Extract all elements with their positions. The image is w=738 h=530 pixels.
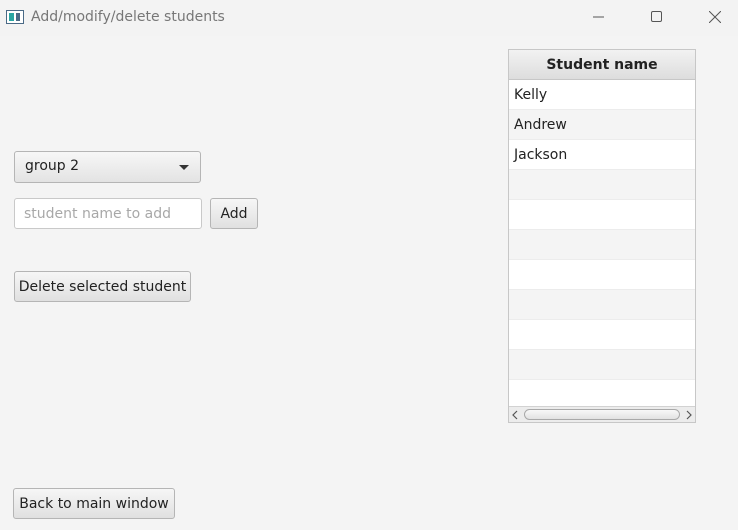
dropdown-arrow-icon: [179, 165, 189, 170]
table-row[interactable]: Kelly: [509, 80, 695, 110]
student-name-input[interactable]: [14, 198, 202, 229]
students-table[interactable]: Student name Kelly Andrew Jackson: [508, 49, 696, 423]
table-row[interactable]: [509, 170, 695, 200]
table-row[interactable]: [509, 290, 695, 320]
maximize-button[interactable]: [634, 0, 680, 34]
table-row[interactable]: Andrew: [509, 110, 695, 140]
back-to-main-button[interactable]: Back to main window: [13, 488, 175, 519]
table-row[interactable]: [509, 230, 695, 260]
close-button[interactable]: [692, 0, 738, 34]
table-row[interactable]: [509, 260, 695, 290]
add-student-button[interactable]: Add: [210, 198, 258, 229]
group-select[interactable]: group 2: [14, 151, 201, 183]
table-row[interactable]: Jackson: [509, 140, 695, 170]
minimize-button[interactable]: [576, 0, 622, 34]
group-select-value: group 2: [25, 158, 80, 174]
scrollbar-thumb[interactable]: [524, 409, 680, 420]
close-icon: [709, 11, 721, 23]
minimize-icon: [593, 16, 604, 18]
column-header-student-name[interactable]: Student name: [509, 50, 695, 80]
table-row[interactable]: [509, 350, 695, 380]
window-title: Add/modify/delete students: [31, 9, 225, 25]
maximize-icon: [651, 11, 662, 22]
table-body: Kelly Andrew Jackson: [509, 80, 695, 410]
table-row[interactable]: [509, 320, 695, 350]
table-row[interactable]: [509, 200, 695, 230]
scroll-right-icon[interactable]: [683, 410, 693, 420]
app-icon: [6, 10, 24, 24]
delete-student-button[interactable]: Delete selected student: [14, 271, 191, 302]
horizontal-scrollbar[interactable]: [509, 406, 695, 422]
scroll-left-icon[interactable]: [511, 410, 521, 420]
title-bar: Add/modify/delete students: [0, 0, 738, 36]
